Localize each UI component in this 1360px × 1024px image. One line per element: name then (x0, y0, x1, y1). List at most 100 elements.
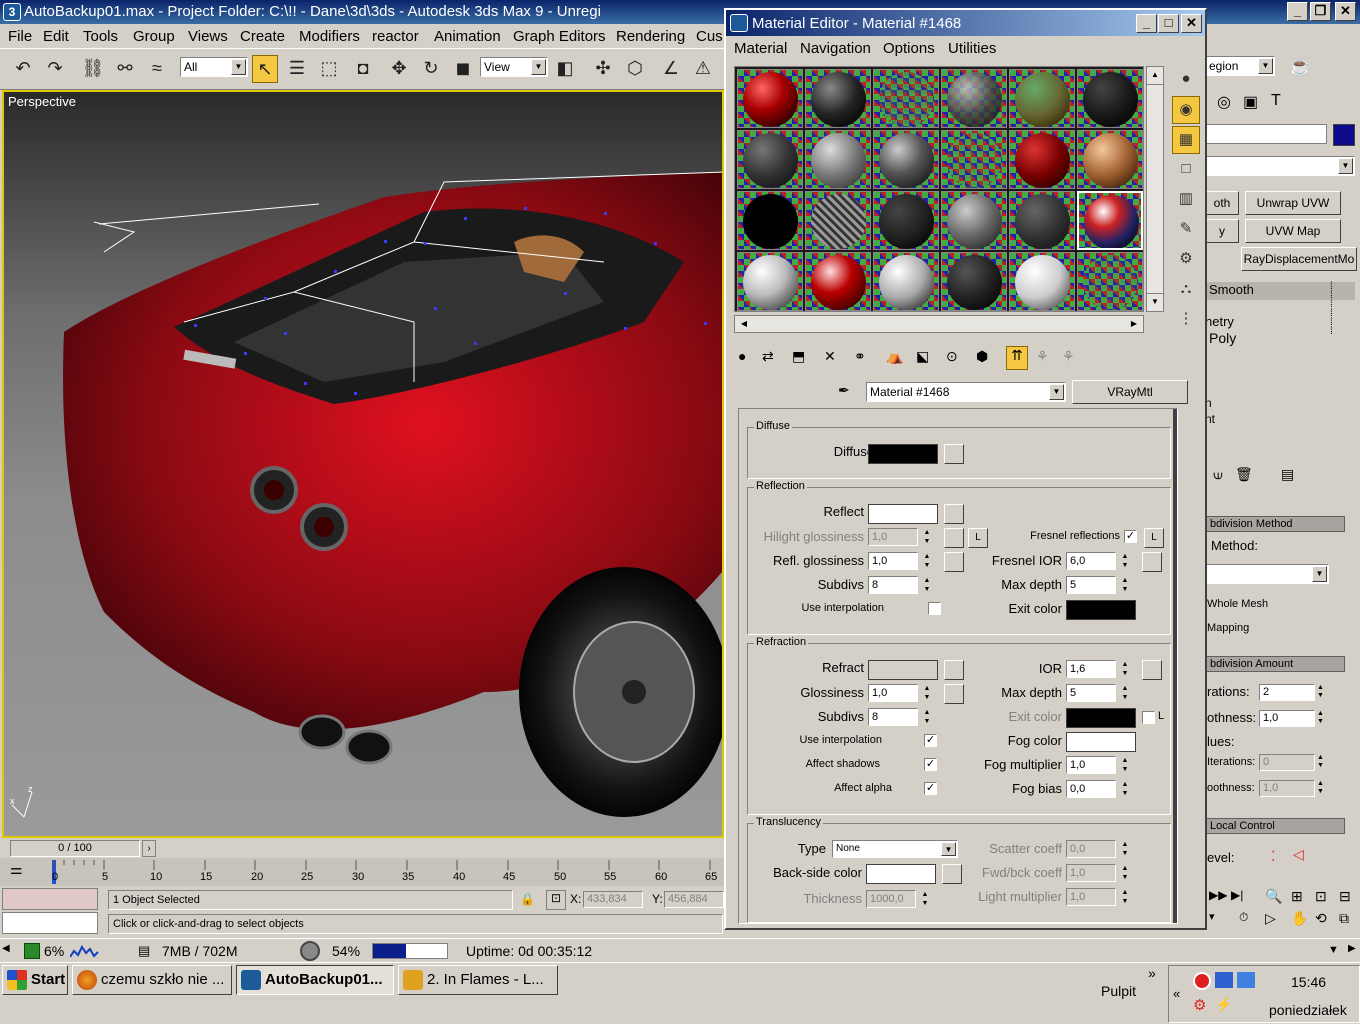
material-effects-channel-icon[interactable]: ⬕ (916, 348, 929, 365)
stack-item-poly[interactable]: Poly (1209, 330, 1236, 346)
diffuse-color-swatch[interactable] (868, 444, 938, 464)
quicklaunch-chevron-icon[interactable]: » (1148, 965, 1156, 981)
spinner-arrows-icon[interactable]: ▲ ▼ (1120, 780, 1130, 798)
fog-multiplier-value[interactable]: 1,0 (1066, 756, 1116, 774)
configure-sets-icon[interactable]: ▤ (1281, 466, 1294, 483)
bind-space-warp-icon[interactable]: ≈ (144, 55, 170, 83)
object-color-swatch[interactable] (1333, 124, 1355, 146)
fresnel-ior-spinner[interactable]: 6,0 ▲ ▼ (1066, 552, 1132, 570)
start-button[interactable]: Start (2, 965, 68, 995)
material-map-navigator-icon[interactable]: ⚘ (1062, 348, 1075, 365)
menu-modifiers[interactable]: Modifiers (299, 28, 360, 45)
window-crossing-icon[interactable]: ◘ (350, 55, 376, 83)
fog-bias-spinner[interactable]: 0,0 ▲ ▼ (1066, 780, 1132, 798)
time-config-icon[interactable]: ⏱ (1239, 910, 1248, 925)
spinner-arrows-icon[interactable]: ▲ ▼ (922, 576, 932, 594)
assign-material-icon[interactable]: ⬒ (792, 348, 805, 365)
redo-icon[interactable]: ↷ (42, 55, 68, 83)
time-slider[interactable]: 0 / 100 › (0, 838, 725, 858)
utilities-tab-icon[interactable]: T (1271, 92, 1281, 110)
stack-item-geometry[interactable]: netry (1205, 314, 1234, 329)
sample-slot-active[interactable] (1077, 191, 1143, 250)
go-forward-sibling-icon[interactable]: ⚘ (1036, 348, 1049, 365)
scroll-up-icon[interactable]: ▲ (1147, 67, 1163, 85)
options-icon[interactable]: ⚙ (1172, 246, 1200, 274)
affect-shadows-checkbox[interactable]: ✓ (924, 758, 937, 771)
sample-slot[interactable] (1077, 130, 1143, 189)
sample-slot[interactable] (805, 69, 871, 128)
minimize-button[interactable]: _ (1287, 2, 1308, 21)
material-editor-window[interactable]: Material Editor - Material #1468 _ □ ✕ M… (724, 8, 1207, 930)
modifier-button-smooth[interactable]: oth (1205, 191, 1239, 215)
refr-use-interpolation-checkbox[interactable]: ✓ (924, 734, 937, 747)
hilight-glossiness-value[interactable]: 1,0 (868, 528, 918, 546)
method-dropdown[interactable]: ▼ (1205, 564, 1329, 584)
refr-max-depth-spinner[interactable]: 5 ▲ ▼ (1066, 684, 1132, 702)
spinner-arrows-icon[interactable]: ▲ ▼ (1120, 888, 1130, 906)
show-end-result-icon[interactable]: ⬢ (976, 348, 988, 365)
sample-slot[interactable] (737, 252, 803, 311)
menu-graph-editors[interactable]: Graph Editors (513, 28, 606, 45)
rect-selection-icon[interactable]: ⬚ (316, 55, 342, 83)
rollout-subdivision-method[interactable]: bdivision Method (1205, 516, 1345, 532)
refl-subdivs-spinner[interactable]: 8 ▲ ▼ (868, 576, 934, 594)
fog-color-swatch[interactable] (1066, 732, 1136, 752)
menu-material[interactable]: Material (734, 40, 787, 57)
fresnel-ior-value[interactable]: 6,0 (1066, 552, 1116, 570)
refract-color-swatch[interactable] (868, 660, 938, 680)
menu-group[interactable]: Group (133, 28, 175, 45)
region-dropdown[interactable]: egion ▼ (1205, 56, 1275, 76)
gear-icon[interactable]: ⚙ (1193, 996, 1211, 1014)
menu-create[interactable]: Create (240, 28, 285, 45)
menu-edit[interactable]: Edit (43, 28, 69, 45)
sample-slot[interactable] (873, 191, 939, 250)
sample-slot[interactable] (805, 252, 871, 311)
minimize-button[interactable]: _ (1136, 14, 1157, 33)
zoom-all-icon[interactable]: ⊞ (1291, 888, 1303, 905)
scale-icon[interactable]: ◼ (450, 55, 476, 83)
spinner-arrows-icon[interactable]: ▲ ▼ (922, 708, 932, 726)
next-frame-icon[interactable]: › (142, 840, 156, 857)
zoom-extents-all-icon[interactable]: ⊟ (1339, 888, 1351, 905)
pick-material-from-object-icon[interactable]: ✒ (838, 382, 858, 402)
select-by-material-icon[interactable]: ⛬ (1172, 276, 1200, 304)
pan-icon[interactable]: ✋ (1291, 910, 1308, 927)
refr-glossiness-spinner[interactable]: 1,0 ▲ ▼ (868, 684, 934, 702)
modifier-button-unwrap-uvw[interactable]: Unwrap UVW (1245, 191, 1341, 215)
hilight-map-button[interactable] (944, 528, 964, 548)
select-object-icon[interactable]: ↖ (252, 55, 278, 83)
fwd-bck-coeff-value[interactable]: 1,0 (1066, 864, 1116, 882)
menu-rendering[interactable]: Rendering (616, 28, 685, 45)
pivot-center-icon[interactable]: ◧ (552, 55, 578, 83)
thickness-value[interactable]: 1000,0 (866, 890, 916, 908)
network-2-icon[interactable] (1237, 972, 1255, 988)
put-to-scene-icon[interactable]: ⇄ (762, 348, 774, 365)
sample-slot[interactable] (737, 69, 803, 128)
zoom-extents-icon[interactable]: ⊡ (1315, 888, 1327, 905)
video-color-check-icon[interactable]: ▥ (1172, 186, 1200, 214)
sample-slot[interactable] (941, 69, 1007, 128)
vertex-subobject-icon[interactable]: ⁚ (1271, 848, 1275, 865)
sample-slot[interactable] (805, 191, 871, 250)
modifier-button-poly[interactable]: y (1205, 219, 1239, 243)
slots-vertical-scrollbar[interactable]: ▲ ▼ (1146, 66, 1164, 312)
sample-slot[interactable] (1077, 69, 1143, 128)
fresnel-lock-button[interactable]: L (1144, 528, 1164, 548)
menu-customize[interactable]: Cus (696, 28, 723, 45)
material-editor-title-bar[interactable]: Material Editor - Material #1468 _ □ ✕ (726, 10, 1205, 36)
go-to-parent-icon[interactable]: ⇈ (1006, 346, 1028, 370)
fog-bias-value[interactable]: 0,0 (1066, 780, 1116, 798)
spinner-arrows-icon[interactable]: ▲ ▼ (920, 890, 930, 908)
refr-glossiness-value[interactable]: 1,0 (868, 684, 918, 702)
spinner-arrows-icon[interactable]: ▲ ▼ (1120, 552, 1130, 570)
reflect-color-swatch[interactable] (868, 504, 938, 524)
select-manipulate-icon[interactable]: ✣ (590, 55, 616, 83)
mapping-label[interactable]: Mapping (1207, 622, 1249, 634)
motion-tab-icon[interactable]: ◎ (1217, 92, 1231, 112)
scatter-coeff-value[interactable]: 0,0 (1066, 840, 1116, 858)
field-of-view-icon[interactable]: ▷ (1265, 910, 1276, 927)
spinner-arrows-icon[interactable]: ▲ ▼ (922, 684, 932, 702)
chevron-down-icon[interactable]: ▼ (1328, 944, 1344, 956)
menu-tools[interactable]: Tools (83, 28, 118, 45)
smoothness-field[interactable]: 1,0 (1259, 710, 1315, 727)
